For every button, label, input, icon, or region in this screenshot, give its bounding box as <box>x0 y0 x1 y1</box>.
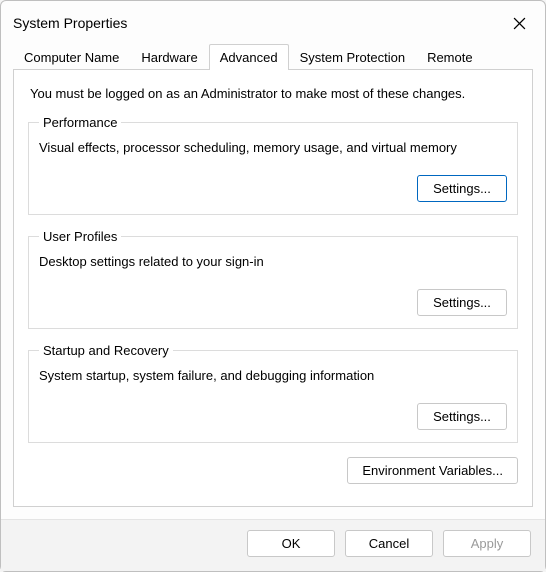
tab-hardware[interactable]: Hardware <box>130 44 208 70</box>
apply-button[interactable]: Apply <box>443 530 531 557</box>
performance-group: Performance Visual effects, processor sc… <box>28 115 518 215</box>
admin-info-text: You must be logged on as an Administrato… <box>30 86 516 101</box>
advanced-panel: You must be logged on as an Administrato… <box>13 69 533 507</box>
tab-computer-name[interactable]: Computer Name <box>13 44 130 70</box>
window-title: System Properties <box>13 15 127 31</box>
system-properties-window: System Properties Computer Name Hardware… <box>0 0 546 572</box>
performance-legend: Performance <box>39 115 121 130</box>
user-profiles-desc: Desktop settings related to your sign-in <box>39 254 507 269</box>
tab-strip: Computer Name Hardware Advanced System P… <box>1 43 545 69</box>
cancel-button[interactable]: Cancel <box>345 530 433 557</box>
tab-advanced[interactable]: Advanced <box>209 44 289 70</box>
tab-remote[interactable]: Remote <box>416 44 484 70</box>
ok-button[interactable]: OK <box>247 530 335 557</box>
dialog-button-row: OK Cancel Apply <box>1 519 545 571</box>
close-icon <box>513 17 526 30</box>
startup-recovery-settings-button[interactable]: Settings... <box>417 403 507 430</box>
titlebar: System Properties <box>1 1 545 43</box>
user-profiles-legend: User Profiles <box>39 229 121 244</box>
performance-desc: Visual effects, processor scheduling, me… <box>39 140 507 155</box>
user-profiles-group: User Profiles Desktop settings related t… <box>28 229 518 329</box>
environment-variables-button[interactable]: Environment Variables... <box>347 457 518 484</box>
close-button[interactable] <box>505 9 533 37</box>
startup-recovery-group: Startup and Recovery System startup, sys… <box>28 343 518 443</box>
user-profiles-settings-button[interactable]: Settings... <box>417 289 507 316</box>
performance-settings-button[interactable]: Settings... <box>417 175 507 202</box>
startup-recovery-legend: Startup and Recovery <box>39 343 173 358</box>
startup-recovery-desc: System startup, system failure, and debu… <box>39 368 507 383</box>
tab-system-protection[interactable]: System Protection <box>289 44 417 70</box>
